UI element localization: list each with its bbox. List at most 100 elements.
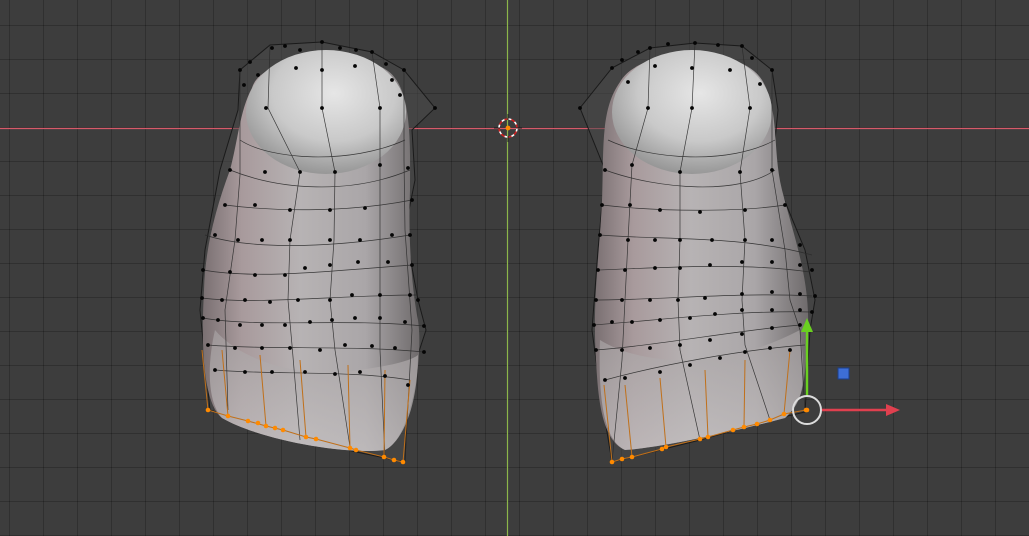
mesh-vertex[interactable]: [333, 170, 337, 174]
mesh-vertex[interactable]: [283, 44, 287, 48]
mesh-vertex[interactable]: [223, 203, 227, 207]
mesh-vertex[interactable]: [713, 312, 717, 316]
mesh-vertex[interactable]: [270, 370, 274, 374]
mesh-vertex[interactable]: [693, 41, 697, 45]
mesh-vertex[interactable]: [648, 46, 652, 50]
mesh-vertex[interactable]: [260, 238, 264, 242]
selected-vertex[interactable]: [629, 454, 635, 460]
mesh-vertex[interactable]: [256, 73, 260, 77]
mesh-vertex[interactable]: [416, 298, 420, 302]
mesh-vertex[interactable]: [810, 310, 814, 314]
mesh-vertex[interactable]: [253, 203, 257, 207]
mesh-vertex[interactable]: [390, 233, 394, 237]
selected-vertex[interactable]: [225, 413, 231, 419]
mesh-vertex[interactable]: [228, 270, 232, 274]
mesh-vertex[interactable]: [666, 42, 670, 46]
mesh-vertex[interactable]: [353, 316, 357, 320]
mesh-vertex[interactable]: [596, 268, 600, 272]
selected-vertex[interactable]: [754, 421, 760, 427]
mesh-vertex[interactable]: [242, 83, 246, 87]
mesh-vertex[interactable]: [788, 348, 792, 352]
mesh-vertex[interactable]: [743, 238, 747, 242]
mesh-vertex[interactable]: [750, 56, 754, 60]
mesh-vertex[interactable]: [703, 296, 707, 300]
mesh-vertex[interactable]: [213, 233, 217, 237]
mesh-vertex[interactable]: [798, 323, 802, 327]
mesh-vertex[interactable]: [343, 343, 347, 347]
mesh-vertex[interactable]: [770, 168, 774, 172]
mesh-vertex[interactable]: [676, 298, 680, 302]
selected-vertex[interactable]: [400, 459, 406, 465]
mesh-vertex[interactable]: [678, 343, 682, 347]
mesh-vertex[interactable]: [610, 66, 614, 70]
mesh-vertex[interactable]: [410, 198, 414, 202]
mesh-vertex[interactable]: [228, 168, 232, 172]
mesh-vertex[interactable]: [648, 298, 652, 302]
mesh-vertex[interactable]: [298, 170, 302, 174]
mesh-vertex[interactable]: [328, 298, 332, 302]
mesh-vertex[interactable]: [408, 293, 412, 297]
mesh-vertex[interactable]: [363, 206, 367, 210]
mesh-vertex[interactable]: [626, 238, 630, 242]
mesh-vertex[interactable]: [688, 316, 692, 320]
mesh-vertex[interactable]: [653, 238, 657, 242]
mesh-vertex[interactable]: [716, 43, 720, 47]
selected-vertex[interactable]: [205, 407, 211, 413]
mesh-vertex[interactable]: [288, 346, 292, 350]
mesh-vertex[interactable]: [698, 210, 702, 214]
mesh-vertex[interactable]: [378, 293, 382, 297]
mesh-vertex[interactable]: [270, 46, 274, 50]
mesh-vertex[interactable]: [636, 50, 640, 54]
mesh-vertex[interactable]: [743, 208, 747, 212]
mesh-vertex[interactable]: [810, 268, 814, 272]
mesh-vertex[interactable]: [200, 296, 204, 300]
mesh-vertex[interactable]: [238, 68, 242, 72]
mesh-vertex[interactable]: [758, 82, 762, 86]
mesh-vertex[interactable]: [708, 338, 712, 342]
mesh-vertex[interactable]: [338, 46, 342, 50]
mesh-vertex[interactable]: [653, 64, 657, 68]
mesh-vertex[interactable]: [422, 350, 426, 354]
mesh-vertex[interactable]: [328, 208, 332, 212]
mesh-vertex[interactable]: [283, 273, 287, 277]
selected-vertex[interactable]: [347, 445, 353, 451]
mesh-vertex[interactable]: [236, 238, 240, 242]
mesh-vertex[interactable]: [592, 323, 596, 327]
mesh-vertex[interactable]: [770, 260, 774, 264]
mesh-vertex[interactable]: [740, 260, 744, 264]
mesh-vertex[interactable]: [213, 368, 217, 372]
mesh-vertex[interactable]: [308, 320, 312, 324]
mesh-vertex[interactable]: [330, 318, 334, 322]
selected-vertex[interactable]: [255, 420, 261, 426]
mesh-vertex[interactable]: [740, 292, 744, 296]
gizmo-xy-plane-handle[interactable]: [837, 367, 850, 380]
mesh-vertex[interactable]: [658, 318, 662, 322]
mesh-vertex[interactable]: [678, 238, 682, 242]
mesh-vertex[interactable]: [600, 203, 604, 207]
mesh-vertex[interactable]: [268, 300, 272, 304]
mesh-vertex[interactable]: [740, 44, 744, 48]
mesh-vertex[interactable]: [370, 50, 374, 54]
selected-vertex[interactable]: [280, 427, 286, 433]
mesh-vertex[interactable]: [238, 323, 242, 327]
mesh-vertex[interactable]: [743, 350, 747, 354]
mesh-vertex[interactable]: [623, 268, 627, 272]
mesh-vertex[interactable]: [201, 268, 205, 272]
mesh-vertex[interactable]: [620, 348, 624, 352]
mesh-vertex[interactable]: [740, 332, 744, 336]
mesh-vertex[interactable]: [354, 48, 358, 52]
mesh-vertex[interactable]: [740, 308, 744, 312]
mesh-vertex[interactable]: [598, 233, 602, 237]
mesh-vertex[interactable]: [690, 106, 694, 110]
mesh-vertex[interactable]: [653, 266, 657, 270]
mesh-vertex[interactable]: [738, 170, 742, 174]
mesh-vertex[interactable]: [303, 370, 307, 374]
mesh-vertex[interactable]: [201, 316, 205, 320]
mesh-vertex[interactable]: [333, 372, 337, 376]
mesh-vertex[interactable]: [402, 68, 406, 72]
mesh-vertex[interactable]: [770, 308, 774, 312]
mesh-vertex[interactable]: [626, 80, 630, 84]
selected-vertex[interactable]: [767, 417, 773, 423]
mesh-vertex[interactable]: [260, 346, 264, 350]
mesh-vertex[interactable]: [220, 298, 224, 302]
